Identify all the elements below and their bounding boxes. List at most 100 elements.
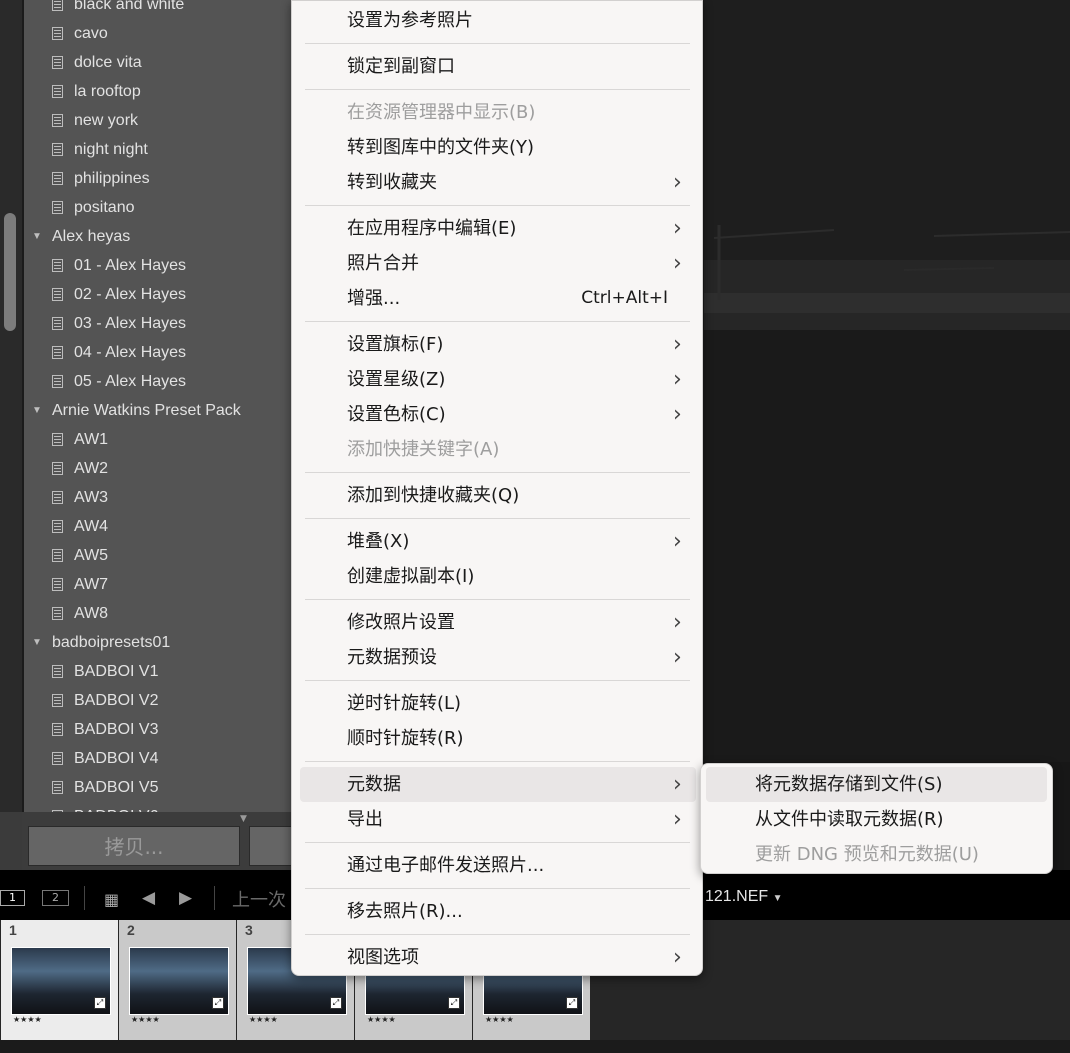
submenu-item[interactable]: 从文件中读取元数据(R) xyxy=(706,802,1047,837)
paste-settings-button[interactable] xyxy=(249,826,294,866)
context-menu-item[interactable]: 通过电子邮件发送照片... xyxy=(292,848,702,883)
preset-label: AW8 xyxy=(74,605,109,622)
folder-expand-icon[interactable]: ▼ xyxy=(32,222,42,251)
previous-import-label[interactable]: 上一次 xyxy=(232,886,286,912)
forward-arrow-icon[interactable]: ▶ xyxy=(179,888,192,908)
preset-item[interactable]: philippines xyxy=(52,164,150,193)
preset-item[interactable]: BADBOI V6 xyxy=(52,802,158,812)
context-menu-item[interactable]: 设置色标(C) › xyxy=(292,397,702,432)
primary-window-button[interactable]: 1 xyxy=(0,890,25,906)
preset-item[interactable]: 03 - Alex Hayes xyxy=(52,309,186,338)
context-menu-item[interactable]: 设置星级(Z) › xyxy=(292,362,702,397)
folder-expand-icon[interactable]: ▼ xyxy=(32,396,42,425)
context-menu-item[interactable]: 顺时针旋转(R) xyxy=(292,721,702,756)
preset-label: BADBOI V3 xyxy=(74,721,159,738)
preset-label: badboipresets01 xyxy=(52,634,171,651)
preset-label: 01 - Alex Hayes xyxy=(74,257,187,274)
submenu-item[interactable]: 将元数据存储到文件(S) xyxy=(706,767,1047,802)
preset-item[interactable]: cavo xyxy=(52,19,108,48)
preset-label: AW4 xyxy=(74,518,109,535)
context-menu-item[interactable]: 增强... Ctrl+Alt+I xyxy=(292,281,702,316)
context-menu-item[interactable]: 视图选项 › xyxy=(292,940,702,975)
context-menu-item[interactable]: 转到收藏夹 › xyxy=(292,165,702,200)
submenu-chevron-icon: › xyxy=(673,402,682,427)
preset-item[interactable]: AW7 xyxy=(52,570,108,599)
submenu-chevron-icon: › xyxy=(673,367,682,392)
copy-settings-button[interactable]: 拷贝... xyxy=(28,826,240,866)
preset-item[interactable]: new york xyxy=(52,106,138,135)
preset-item[interactable]: AW8 xyxy=(52,599,109,628)
preset-folder[interactable]: ▼ badboipresets01 xyxy=(32,628,171,657)
menu-item-label: 设置星级(Z) xyxy=(347,369,446,390)
context-menu-item[interactable]: 设置旗标(F) › xyxy=(292,327,702,362)
preset-document-icon xyxy=(52,752,63,765)
preset-item[interactable]: BADBOI V4 xyxy=(52,744,158,773)
menu-item-label: 元数据 xyxy=(347,774,401,795)
preset-label: AW1 xyxy=(74,431,109,448)
folder-expand-icon[interactable]: ▼ xyxy=(32,628,42,657)
submenu-chevron-icon: › xyxy=(673,529,682,554)
preset-item[interactable]: positano xyxy=(52,193,135,222)
preset-item[interactable]: AW2 xyxy=(52,454,108,483)
preset-item[interactable]: BADBOI V2 xyxy=(52,686,158,715)
context-menu-item[interactable]: 堆叠(X) › xyxy=(292,524,702,559)
context-menu-item[interactable]: 元数据 › xyxy=(300,767,696,802)
preset-item[interactable]: BADBOI V5 xyxy=(52,773,158,802)
panel-scroll-down-icon[interactable]: ▼ xyxy=(240,814,247,824)
context-menu-item[interactable]: 逆时针旋转(L) xyxy=(292,686,702,721)
context-menu-item[interactable]: 添加到快捷收藏夹(Q) xyxy=(292,478,702,513)
menu-item-label: 转到收藏夹 xyxy=(347,172,437,193)
preset-document-icon xyxy=(52,491,63,504)
preset-document-icon xyxy=(52,694,63,707)
develop-badge-icon: ⤢ xyxy=(448,997,460,1009)
preset-folder[interactable]: ▼ Alex heyas xyxy=(32,222,130,251)
context-menu-item[interactable]: 在应用程序中编辑(E) › xyxy=(292,211,702,246)
preset-label: BADBOI V1 xyxy=(74,663,159,680)
preset-document-icon xyxy=(52,114,63,127)
preset-item[interactable]: 02 - Alex Hayes xyxy=(52,280,186,309)
context-menu-item[interactable]: 导出 › xyxy=(292,802,702,837)
preset-item[interactable]: night night xyxy=(52,135,148,164)
preset-item[interactable]: 04 - Alex Hayes xyxy=(52,338,186,367)
back-arrow-icon[interactable]: ◀ xyxy=(142,888,155,908)
preset-item[interactable]: black and white xyxy=(52,0,184,19)
submenu-chevron-icon: › xyxy=(673,332,682,357)
context-menu: 设置为参考照片 锁定到副窗口 在资源管理器中显示(B) 转到图库中的文件夹(Y) 转到收… xyxy=(291,0,703,976)
preset-item[interactable]: AW1 xyxy=(52,425,109,454)
preset-item[interactable]: dolce vita xyxy=(52,48,142,77)
preset-item[interactable]: la rooftop xyxy=(52,77,141,106)
preset-item[interactable]: BADBOI V3 xyxy=(52,715,159,744)
secondary-window-button[interactable]: 2 xyxy=(42,890,69,906)
context-menu-item[interactable]: 锁定到副窗口 xyxy=(292,49,702,84)
context-menu-item[interactable]: 创建虚拟副本(I) xyxy=(292,559,702,594)
preset-item[interactable]: AW3 xyxy=(52,483,108,512)
context-menu-item[interactable]: 设置为参考照片 xyxy=(292,3,702,38)
preset-item[interactable]: 01 - Alex Hayes xyxy=(52,251,187,280)
preset-folder[interactable]: ▼ Arnie Watkins Preset Pack xyxy=(32,396,241,425)
menu-item-label: 堆叠(X) xyxy=(347,531,410,552)
filename-dropdown-icon[interactable]: ▼ xyxy=(773,893,783,904)
current-filename[interactable]: 121.NEF ▼ xyxy=(705,888,783,906)
menu-separator xyxy=(305,518,690,519)
left-panel-scrollbar[interactable] xyxy=(4,213,16,331)
menu-separator xyxy=(305,205,690,206)
context-menu-item[interactable]: 照片合并 › xyxy=(292,246,702,281)
left-gutter xyxy=(0,0,22,870)
preset-document-icon xyxy=(52,781,63,794)
preset-document-icon xyxy=(52,520,63,533)
context-menu-item[interactable]: 修改照片设置 › xyxy=(292,605,702,640)
grid-view-icon[interactable]: ▦ xyxy=(104,890,119,909)
context-menu-item[interactable]: 元数据预设 › xyxy=(292,640,702,675)
metadata-submenu: 将元数据存储到文件(S) 从文件中读取元数据(R) 更新 DNG 预览和元数据(U) xyxy=(700,763,1053,874)
star-rating: ★★★★ xyxy=(367,1015,396,1024)
preset-item[interactable]: 05 - Alex Hayes xyxy=(52,367,186,396)
preset-item[interactable]: AW5 xyxy=(52,541,108,570)
preset-item[interactable]: BADBOI V1 xyxy=(52,657,159,686)
context-menu-item[interactable]: 转到图库中的文件夹(Y) xyxy=(292,130,702,165)
submenu-chevron-icon: › xyxy=(673,645,682,670)
preset-item[interactable]: AW4 xyxy=(52,512,109,541)
filmstrip-thumbnail[interactable]: 1 ⤢ ★★★★ xyxy=(1,920,118,1040)
filmstrip-thumbnail[interactable]: 2 ⤢ ★★★★ xyxy=(119,920,236,1040)
preset-document-icon xyxy=(52,317,63,330)
context-menu-item[interactable]: 移去照片(R)... xyxy=(292,894,702,929)
